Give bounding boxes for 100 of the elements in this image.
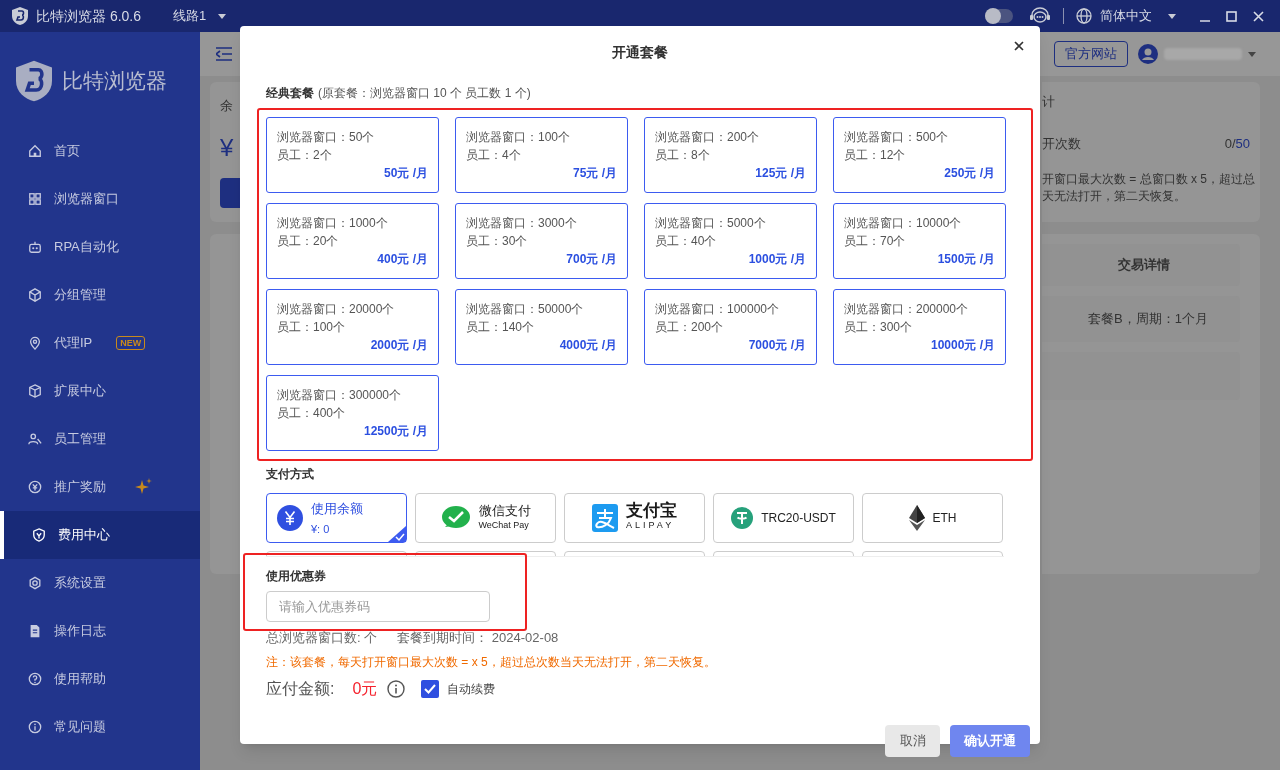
- original-plan-note: (原套餐：浏览器窗口 10 个 员工数 1 个): [318, 85, 531, 102]
- caret-icon: [1168, 13, 1176, 19]
- plan-card[interactable]: 浏览器窗口：300000个 员工：400个 12500元 /月: [266, 375, 439, 451]
- price-text: 700元 /月: [566, 251, 617, 268]
- window-count-text: 浏览器窗口：200000个: [844, 301, 970, 318]
- amount-label: 应付金额:: [266, 678, 335, 699]
- note-text: 注：该套餐，每天打开窗口最大次数 = x 5，超过总次数当天无法打开，第二天恢复。: [266, 653, 717, 671]
- official-website-button[interactable]: 官方网站: [1054, 41, 1128, 67]
- staff-count-text: 员工：70个: [844, 233, 907, 250]
- payment-option[interactable]: 微信支付 WeChat Pay: [415, 493, 556, 543]
- price-text: 50元 /月: [384, 165, 428, 182]
- rule-text: 开窗口最大次数 = 总窗口数 x 5，超过总 天无法打开，第二天恢复。: [1042, 171, 1256, 205]
- amount-value: 0元: [352, 678, 378, 699]
- plan-card[interactable]: 浏览器窗口：100个 员工：4个 75元 /月: [455, 117, 628, 193]
- price-text: 75元 /月: [573, 165, 617, 182]
- window-count-text: 浏览器窗口：20000个: [277, 301, 396, 318]
- sidebar-item[interactable]: 操作日志: [0, 607, 200, 655]
- window-count-text: 浏览器窗口：500个: [844, 129, 950, 146]
- sidebar-item[interactable]: 分组管理: [0, 271, 200, 319]
- cancel-button[interactable]: 取消: [885, 724, 940, 757]
- recharge-button[interactable]: [220, 177, 240, 208]
- robot-icon: [28, 240, 42, 254]
- avatar-icon[interactable]: [1138, 44, 1158, 64]
- caret-icon[interactable]: [1248, 51, 1256, 57]
- sidebar-item[interactable]: 扩展中心: [0, 367, 200, 415]
- close-icon[interactable]: [1014, 41, 1024, 51]
- menu-collapse-icon[interactable]: [216, 47, 232, 61]
- plan-card[interactable]: 浏览器窗口：3000个 员工：30个 700元 /月: [455, 203, 628, 279]
- payment-option[interactable]: TRC20-USDT: [713, 493, 854, 543]
- plan-card[interactable]: 浏览器窗口：5000个 员工：40个 1000元 /月: [644, 203, 817, 279]
- window-count-text: 浏览器窗口：50个: [277, 129, 376, 146]
- coupon-input[interactable]: 请输入优惠券码: [266, 591, 490, 622]
- price-text: 12500元 /月: [363, 423, 428, 440]
- sidebar-item[interactable]: 首页: [0, 127, 200, 175]
- payment-option[interactable]: 使用余额 ¥: 0: [266, 493, 407, 543]
- chat-check-icon: [440, 505, 471, 531]
- staff-count-text: 员工：12个: [844, 147, 907, 164]
- theme-toggle[interactable]: [985, 9, 1013, 23]
- headset-chat-icon[interactable]: [1029, 7, 1051, 25]
- coin-icon: [28, 480, 42, 494]
- panel-title: 计: [1042, 93, 1055, 111]
- payment-label: 使用余额: [311, 500, 363, 518]
- staff-count-text: 员工：40个: [655, 233, 718, 250]
- diamond-icon: [908, 505, 925, 531]
- language-dropdown[interactable]: 简体中文: [1076, 6, 1176, 26]
- staff-count-text: 员工：30个: [466, 233, 529, 250]
- window-count-text: 浏览器窗口：200个: [655, 129, 761, 146]
- payment-option[interactable]: ETH: [862, 493, 1003, 543]
- staff-count-text: 员工：2个: [277, 147, 333, 164]
- home-icon: [28, 144, 42, 158]
- maximize-icon[interactable]: [1226, 10, 1237, 22]
- sidebar-item[interactable]: 常见问题: [0, 703, 200, 751]
- sidebar-item[interactable]: RPA自动化: [0, 223, 200, 271]
- window-count-text: 浏览器窗口：100个: [466, 129, 572, 146]
- plan-card[interactable]: 浏览器窗口：50个 员工：2个 50元 /月: [266, 117, 439, 193]
- sidebar-item[interactable]: 使用帮助: [0, 655, 200, 703]
- price-text: 4000元 /月: [559, 337, 617, 354]
- payment-option[interactable]: 支付宝 ALIPAY: [564, 493, 705, 543]
- price-text: 125元 /月: [755, 165, 806, 182]
- window-count-text: 浏览器窗口：50000个: [466, 301, 585, 318]
- plan-card[interactable]: 浏览器窗口：20000个 员工：100个 2000元 /月: [266, 289, 439, 365]
- balance-value: ¥: [220, 132, 235, 163]
- payment-sublabel: ALIPAY: [626, 519, 676, 532]
- staff-count-text: 员工：200个: [655, 319, 725, 336]
- sidebar-item[interactable]: 推广奖励: [0, 463, 200, 511]
- section-title: 支付方式: [266, 466, 315, 483]
- cube-icon: [28, 288, 42, 302]
- line-dropdown[interactable]: 线路1: [173, 6, 227, 26]
- payment-label: 微信支付: [478, 504, 531, 518]
- auto-renew-checkbox[interactable]: [421, 679, 440, 698]
- plan-card[interactable]: 浏览器窗口：500个 员工：12个 250元 /月: [833, 117, 1006, 193]
- balance-amount: ¥: 0: [311, 521, 331, 537]
- price-text: 250元 /月: [944, 165, 995, 182]
- sidebar-item[interactable]: 代理IP NEW: [0, 319, 200, 367]
- tether-coin-icon: [731, 507, 754, 529]
- plan-card[interactable]: 浏览器窗口：200个 员工：8个 125元 /月: [644, 117, 817, 193]
- plan-card[interactable]: 浏览器窗口：100000个 员工：200个 7000元 /月: [644, 289, 817, 365]
- table-cell-text: 套餐B，周期：1个月: [1088, 310, 1208, 329]
- balance-label: 余: [220, 97, 234, 115]
- window-count-text: 浏览器窗口：100000个: [655, 301, 781, 318]
- coupon-label: 使用优惠券: [266, 568, 327, 585]
- alipay-mark-icon: [592, 504, 618, 532]
- staff-count-text: 员工：4个: [466, 147, 522, 164]
- window-count-text: 浏览器窗口：10000个: [844, 215, 963, 232]
- sidebar-item[interactable]: 浏览器窗口: [0, 175, 200, 223]
- info-icon[interactable]: [387, 679, 406, 698]
- sidebar-item[interactable]: 费用中心: [0, 511, 200, 559]
- sidebar-item[interactable]: 系统设置: [0, 559, 200, 607]
- logo-text: 比特浏览器: [62, 68, 167, 95]
- sidebar-item[interactable]: 员工管理: [0, 415, 200, 463]
- check-corner-icon: [388, 526, 406, 542]
- plan-card[interactable]: 浏览器窗口：10000个 员工：70个 1500元 /月: [833, 203, 1006, 279]
- price-text: 2000元 /月: [370, 337, 428, 354]
- plan-card[interactable]: 浏览器窗口：1000个 员工：20个 400元 /月: [266, 203, 439, 279]
- staff-count-text: 员工：140个: [466, 319, 536, 336]
- help-icon: [28, 672, 42, 686]
- plan-card[interactable]: 浏览器窗口：50000个 员工：140个 4000元 /月: [455, 289, 628, 365]
- window-count-text: 浏览器窗口：5000个: [655, 215, 767, 232]
- open-count-value: 0/50: [1224, 134, 1250, 153]
- plan-card[interactable]: 浏览器窗口：200000个 员工：300个 10000元 /月: [833, 289, 1006, 365]
